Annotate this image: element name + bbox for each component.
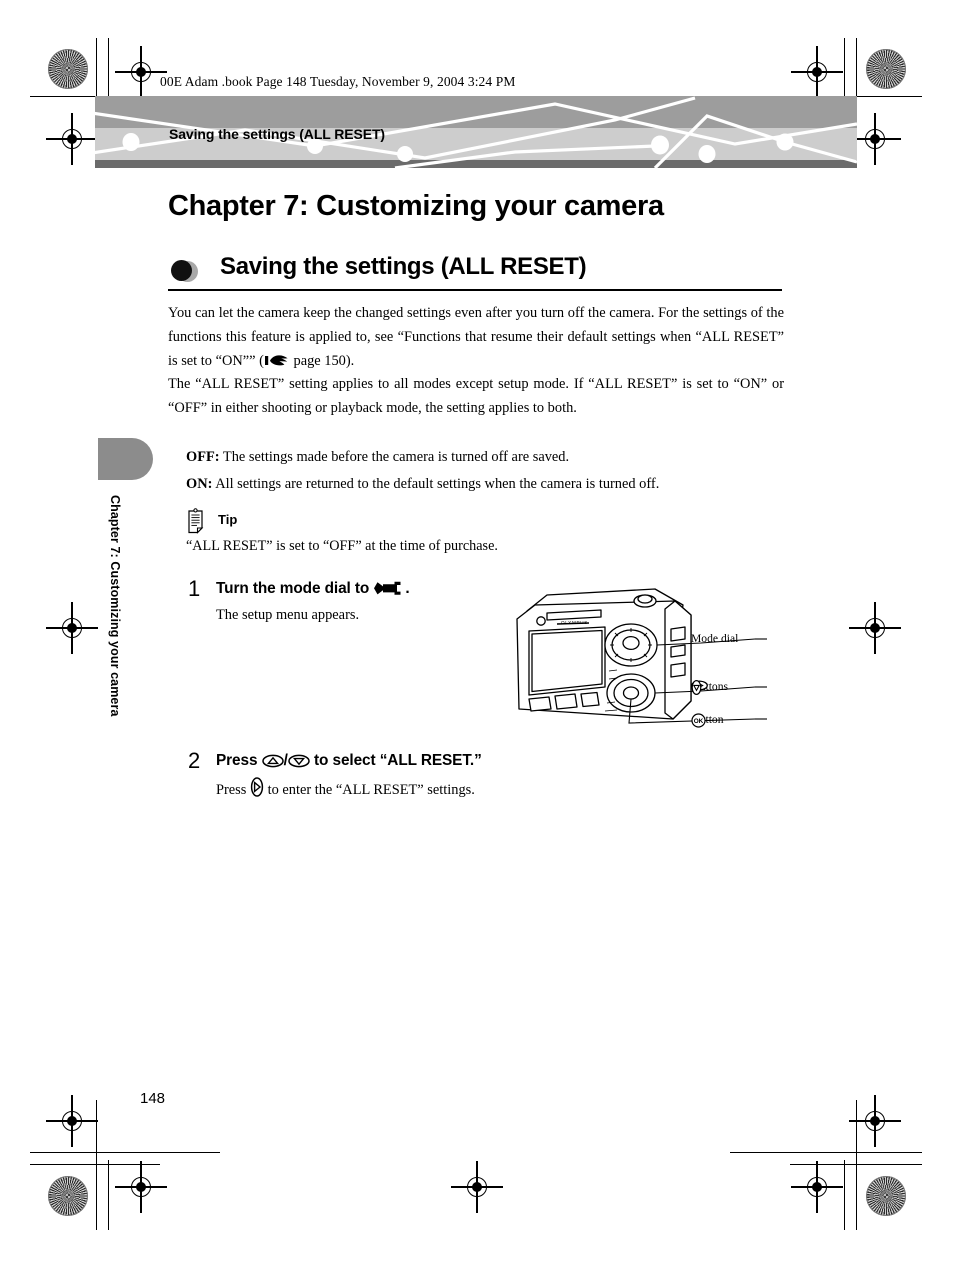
crop-rule-bottom-h2 [730,1152,922,1154]
registration-crosshair-top-right [791,46,843,98]
section-bullet-icon [168,259,202,285]
down-arrow-button-icon [288,754,310,773]
definition-on-text: All settings are returned to the default… [212,475,660,492]
crop-rule-bottom-v2 [108,1160,110,1230]
page-number: 148 [140,1090,166,1107]
registration-crosshair-upper-right [849,113,901,165]
tip-label: Tip [218,512,238,527]
svg-text:OK: OK [694,718,704,725]
crop-rule-bottom-h [30,1152,220,1154]
registration-crosshair-top-left [115,46,167,98]
callout-mode-dial: Mode dial [691,632,738,645]
registration-crosshair-bottom-center [451,1161,503,1213]
up-arrow-button-icon [261,754,284,773]
step-2-text-before: Press [216,752,262,769]
registration-crosshair-bottom-right [791,1161,843,1213]
setting-definitions: OFF: The settings made before the camera… [186,446,786,500]
body-paragraph-1: You can let the camera keep the changed … [168,302,784,373]
body-paragraph-2: The “ALL RESET” setting applies to all m… [168,376,784,417]
tip-text: “ALL RESET” is set to “OFF” at the time … [186,538,498,554]
banner-title: Saving the settings (ALL RESET) [169,126,385,142]
callout-arrow-buttons: buttons [691,680,728,695]
print-file-header: 00E Adam .book Page 148 Tuesday, Novembe… [160,74,516,89]
crop-rule-bottom-h3 [30,1164,160,1166]
registration-rosette-top-right [866,49,906,89]
registration-rosette-bottom-right [866,1176,906,1216]
step-2-detail-after: to enter the “ALL RESET” settings. [263,782,475,798]
right-arrow-button-icon [250,777,264,804]
step-1-text-before: Turn the mode dial to [216,580,374,597]
step-2-instruction: Press / to select “ALL RESET.” [216,752,482,773]
tip-block: Tip “ALL RESET” is set to “OFF” at the t… [186,508,786,556]
registration-crosshair-middle-left [46,602,98,654]
chapter-title: Chapter 7: Customizing your camera [168,190,664,222]
wrench-icon [373,581,405,601]
step-2-number: 2 [188,748,201,773]
definition-off: OFF: The settings made before the camera… [186,446,786,470]
manual-page: 00E Adam .book Page 148 Tuesday, Novembe… [0,0,954,1261]
step-1-instruction: Turn the mode dial to . [216,580,410,601]
registration-rosette-bottom-left [48,1176,88,1216]
registration-crosshair-lower-right [849,1095,901,1147]
step-2-detail-before: Press [216,782,250,798]
definition-on-term: ON: [186,475,213,492]
step-1-text-after: . [405,580,410,597]
definition-on: ON: All settings are returned to the def… [186,473,786,497]
section-bullet-dark-circle [171,260,192,281]
crop-rule-bottom-rv2 [844,1160,846,1230]
body-paragraph-1-part-a: You can let the camera keep the changed … [168,305,784,369]
body-text: You can let the camera keep the changed … [168,302,784,421]
chapter-side-tab-label: Chapter 7: Customizing your camera [108,495,122,717]
svg-text:OLYMPUS: OLYMPUS [561,620,588,625]
chapter-side-tab [98,438,153,480]
registration-crosshair-lower-left [46,1095,98,1147]
callout-ok-button: OK button [691,713,724,728]
step-2-text-after: to select “ALL RESET.” [309,752,482,769]
crop-rule-bottom-v [96,1100,98,1230]
step-1-number: 1 [188,576,201,601]
registration-crosshair-upper-left [46,113,98,165]
step-2-detail: Press to enter the “ALL RESET” settings. [216,777,475,804]
definition-off-text: The settings made before the camera is t… [219,449,570,465]
callout-mode-dial-label: Mode dial [691,632,739,645]
body-paragraph-1-part-b: page 150). [289,352,355,369]
step-1-detail: The setup menu appears. [216,607,360,623]
registration-crosshair-bottom-left [115,1161,167,1213]
registration-rosette-top-left [48,49,88,89]
pointing-hand-icon [264,352,289,365]
definition-off-term: OFF: [186,449,220,465]
crop-rule-bottom-rv [856,1100,858,1230]
registration-crosshair-middle-right [849,602,901,654]
section-title: Saving the settings (ALL RESET) [220,253,587,280]
section-underline [168,289,782,292]
page-banner: Saving the settings (ALL RESET) [95,96,857,168]
camera-figure: OLYMPUS Mode dial buttons OK button [505,583,805,748]
tip-header: Tip [186,508,786,534]
notepad-icon [186,508,207,534]
